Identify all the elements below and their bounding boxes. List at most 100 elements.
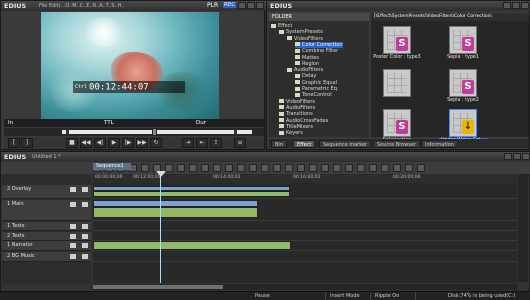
speaker-icon[interactable] bbox=[70, 243, 76, 248]
tab-sequence-marker[interactable]: Sequence marker bbox=[319, 140, 372, 148]
tree-item[interactable]: SystemPresets bbox=[279, 29, 323, 35]
tree-item[interactable]: Graphic Equal bbox=[295, 80, 337, 86]
sequence-tab[interactable]: Sequence1 bbox=[93, 163, 131, 170]
snap-icon[interactable] bbox=[213, 164, 221, 172]
minimize-icon[interactable] bbox=[238, 2, 246, 9]
effect-thumbnail[interactable]: S bbox=[383, 26, 411, 54]
zoom-out-icon[interactable] bbox=[357, 164, 365, 172]
narrator-clip[interactable] bbox=[93, 241, 291, 250]
effect-thumbnail[interactable]: S bbox=[383, 109, 411, 137]
playhead-line[interactable] bbox=[160, 171, 161, 283]
scrubber-handle[interactable] bbox=[152, 128, 157, 136]
maximize-icon[interactable] bbox=[513, 153, 521, 160]
ripple-icon[interactable] bbox=[201, 164, 209, 172]
timeline-tracks[interactable] bbox=[93, 183, 517, 283]
effect-thumbnail[interactable]: S bbox=[449, 26, 477, 54]
track-lane[interactable] bbox=[93, 252, 517, 262]
insert-icon[interactable]: ⇥ bbox=[182, 138, 194, 148]
playhead-handle[interactable] bbox=[156, 171, 166, 177]
player-menu-text[interactable]: File Edit(...O..M..C..E..R..A..T..S..H.. bbox=[39, 3, 125, 9]
sync-lock-icon[interactable] bbox=[82, 243, 88, 248]
tab-information[interactable]: Information bbox=[421, 140, 458, 148]
tree-item[interactable]: ToneControl bbox=[295, 92, 332, 98]
tree-item[interactable]: Transitions bbox=[279, 111, 313, 117]
timeline-vertical-scrollbar[interactable] bbox=[518, 174, 528, 282]
recorder-mode-button[interactable]: REC bbox=[223, 2, 237, 8]
overlay-audio-clip[interactable] bbox=[93, 191, 290, 197]
effect-folder-tree[interactable]: Effect SystemPresets VideoFilters Color Cor… bbox=[269, 21, 369, 137]
close-icon[interactable] bbox=[521, 2, 529, 9]
tab-source-browser[interactable]: Source Browser bbox=[373, 140, 421, 148]
video-icon[interactable] bbox=[70, 202, 76, 207]
minimize-icon[interactable] bbox=[503, 2, 511, 9]
lock-icon[interactable] bbox=[405, 164, 413, 172]
track-header[interactable]: 2 Texts bbox=[2, 232, 91, 241]
delete-icon[interactable] bbox=[189, 164, 197, 172]
link-icon[interactable] bbox=[225, 164, 233, 172]
add-marker-icon[interactable] bbox=[273, 164, 281, 172]
menu-icon[interactable]: ≡ bbox=[234, 138, 246, 148]
track-header[interactable]: 2 BG Music bbox=[2, 252, 91, 262]
track-header[interactable]: 1 Texts bbox=[2, 222, 91, 231]
tree-item[interactable]: Color Correction bbox=[295, 41, 343, 48]
tree-item[interactable]: Keyers bbox=[279, 130, 303, 136]
main-video-clip[interactable] bbox=[93, 200, 258, 207]
settings-icon[interactable] bbox=[285, 164, 293, 172]
group-icon[interactable] bbox=[393, 164, 401, 172]
maximize-icon[interactable] bbox=[247, 2, 255, 9]
render-icon[interactable] bbox=[297, 164, 305, 172]
insert-mode-status[interactable]: Insert Mode bbox=[330, 293, 360, 299]
minimize-icon[interactable] bbox=[504, 153, 512, 160]
tree-item[interactable]: Delay bbox=[295, 73, 316, 79]
effect-thumbnail[interactable] bbox=[383, 69, 411, 97]
tree-item[interactable]: VideoFilters bbox=[279, 99, 315, 105]
tree-item[interactable]: Mattes bbox=[295, 55, 319, 61]
track-lane[interactable] bbox=[93, 232, 517, 241]
tree-item[interactable]: Region bbox=[295, 61, 319, 67]
split-icon[interactable] bbox=[381, 164, 389, 172]
scrollbar-thumb[interactable] bbox=[93, 285, 223, 289]
export-icon[interactable]: ⇪ bbox=[210, 138, 222, 148]
sync-lock-icon[interactable] bbox=[82, 187, 88, 192]
scrubber-track[interactable] bbox=[62, 130, 252, 134]
tree-item[interactable]: Parametric Eq bbox=[295, 86, 337, 92]
tree-item[interactable]: Combine Filter bbox=[295, 48, 338, 54]
rewind-icon[interactable]: ◀◀ bbox=[80, 138, 92, 148]
sync-lock-icon[interactable] bbox=[82, 234, 88, 239]
track-icon[interactable] bbox=[249, 164, 257, 172]
paste-icon[interactable] bbox=[177, 164, 185, 172]
audio-icon[interactable] bbox=[321, 164, 329, 172]
step-back-icon[interactable]: ◀| bbox=[94, 138, 106, 148]
marker-icon[interactable] bbox=[261, 164, 269, 172]
overwrite-icon[interactable]: ⇤ bbox=[196, 138, 208, 148]
sync-lock-icon[interactable] bbox=[82, 202, 88, 207]
mixer-icon[interactable] bbox=[309, 164, 317, 172]
sync-icon[interactable] bbox=[417, 164, 425, 172]
sync-lock-icon[interactable] bbox=[82, 254, 88, 259]
tree-item[interactable]: AudioFilters bbox=[279, 105, 315, 111]
output-icon[interactable] bbox=[333, 164, 341, 172]
ripple-status[interactable]: Ripple On bbox=[375, 293, 399, 299]
timeline-horizontal-scrollbar[interactable] bbox=[93, 284, 517, 290]
track-header[interactable]: 2 Overlay bbox=[2, 185, 91, 199]
play-icon[interactable]: ▶ bbox=[108, 138, 120, 148]
tab-effect[interactable]: Effect bbox=[293, 140, 316, 148]
copy-icon[interactable] bbox=[165, 164, 173, 172]
zoom-in-icon[interactable] bbox=[345, 164, 353, 172]
fast-forward-icon[interactable]: ▶▶ bbox=[136, 138, 148, 148]
text-icon[interactable] bbox=[70, 234, 76, 239]
tree-item[interactable]: VideoFilters bbox=[287, 36, 323, 42]
tree-item[interactable]: AudioFilters bbox=[287, 67, 323, 73]
effect-thumbnail[interactable]: S bbox=[449, 69, 477, 97]
maximize-icon[interactable] bbox=[512, 2, 520, 9]
speaker-icon[interactable] bbox=[70, 254, 76, 259]
tree-item[interactable]: AudioCrossFades bbox=[279, 118, 328, 124]
main-audio-clip[interactable] bbox=[93, 207, 258, 218]
redo-icon[interactable] bbox=[141, 164, 149, 172]
close-icon[interactable] bbox=[256, 2, 264, 9]
fit-icon[interactable] bbox=[369, 164, 377, 172]
tree-item[interactable]: TitleMixers bbox=[279, 124, 313, 130]
player-scrubber[interactable] bbox=[4, 128, 264, 136]
mode-icon[interactable] bbox=[237, 164, 245, 172]
close-icon[interactable] bbox=[522, 153, 530, 160]
